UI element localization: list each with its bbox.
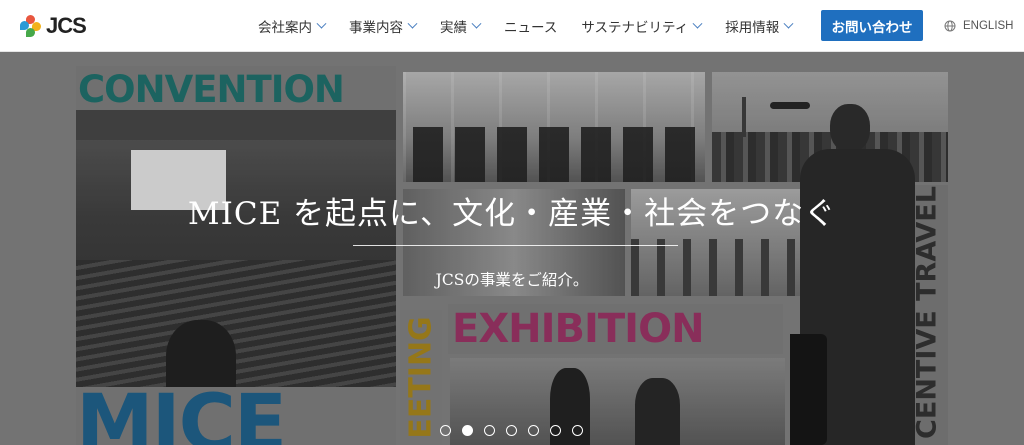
carousel-dot-active[interactable] (462, 425, 473, 436)
nav-item-label: 会社案内 (258, 20, 312, 35)
nav-item-company[interactable]: 会社案内 (258, 16, 327, 36)
nav-item-business[interactable]: 事業内容 (349, 16, 418, 36)
carousel-dot[interactable] (484, 425, 495, 436)
nav-item-news[interactable]: ニュース (504, 16, 557, 36)
chevron-down-icon (471, 18, 482, 29)
site-header: JCS 会社案内 事業内容 実績 ニュース サステナビリティ 採用情報 お問い合… (0, 0, 1024, 52)
hero-carousel: CONVENTION CENTIVE TRAVEL EXHIBITION EET (0, 52, 1024, 445)
carousel-dot[interactable] (440, 425, 451, 436)
hero-divider (353, 245, 678, 246)
nav-item-label: サステナビリティ (581, 20, 689, 35)
globe-icon (944, 20, 956, 32)
carousel-dot[interactable] (528, 425, 539, 436)
chevron-down-icon (407, 18, 418, 29)
nav-item-label: 事業内容 (349, 20, 403, 35)
main-nav: 会社案内 事業内容 実績 ニュース サステナビリティ 採用情報 (258, 0, 816, 52)
language-switch[interactable]: ENGLISH (944, 0, 1014, 52)
carousel-dot[interactable] (506, 425, 517, 436)
nav-item-sustainability[interactable]: サステナビリティ (581, 16, 703, 36)
hero-title: MICE を起点に、文化・産業・社会をつなぐ (187, 196, 837, 232)
hero-subtitle-link[interactable]: JCSの事業をご紹介。 (0, 268, 1024, 290)
logo[interactable]: JCS (20, 11, 87, 41)
chevron-down-icon (692, 18, 703, 29)
language-label: ENGLISH (963, 20, 1014, 32)
nav-item-recruit[interactable]: 採用情報 (725, 16, 794, 36)
chevron-down-icon (316, 18, 327, 29)
logo-mark-icon (20, 15, 42, 37)
nav-item-results[interactable]: 実績 (440, 16, 482, 36)
logo-text: JCS (46, 13, 87, 38)
contact-button[interactable]: お問い合わせ (821, 10, 923, 41)
chevron-down-icon (783, 18, 794, 29)
carousel-dot[interactable] (550, 425, 561, 436)
hero-overlay (0, 52, 1024, 445)
nav-item-label: 採用情報 (725, 20, 780, 35)
nav-item-label: ニュース (504, 20, 558, 35)
carousel-dot[interactable] (572, 425, 583, 436)
carousel-pagination (440, 425, 594, 436)
nav-item-label: 実績 (440, 20, 467, 35)
